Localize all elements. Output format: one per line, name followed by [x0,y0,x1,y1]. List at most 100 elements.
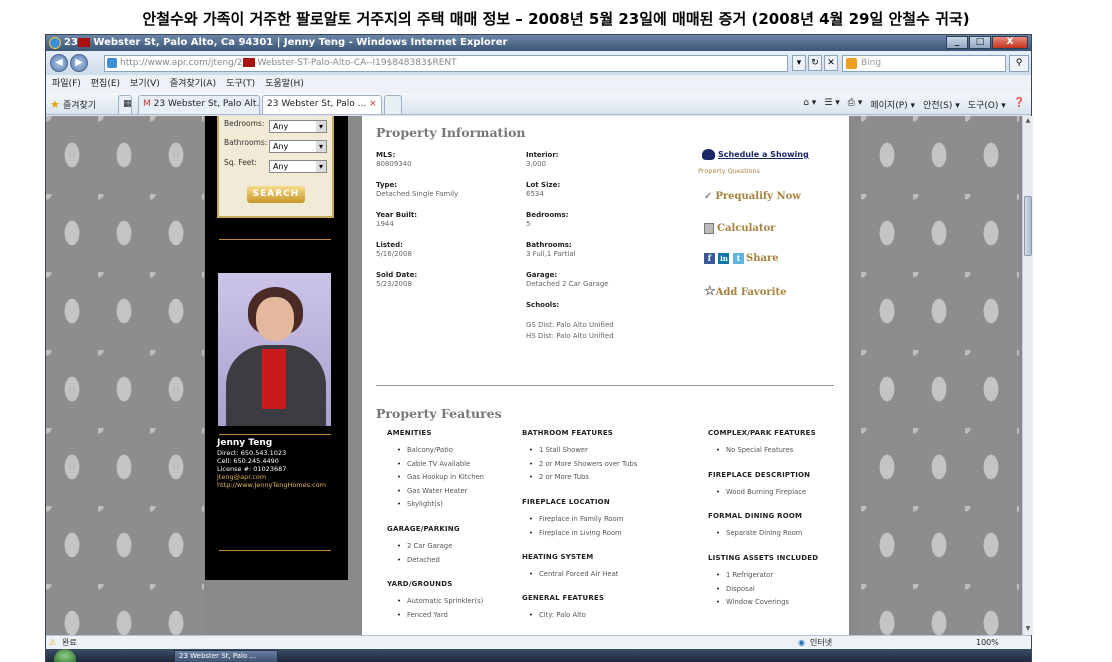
tab-grid-icon[interactable]: ▦ [118,95,132,114]
zoom-level[interactable]: 100% [976,636,999,649]
list-item: Gas Water Heater [397,485,484,499]
url-host: http://www.apr.com [120,58,208,68]
back-button[interactable]: ◀ [50,54,68,72]
heating-heading: HEATING SYSTEM [522,553,594,561]
property-questions-link[interactable]: Property Questions [698,167,760,175]
favorites-label[interactable]: 즐겨찾기 [63,98,96,111]
tab-close-icon[interactable]: × [369,99,377,109]
search-input[interactable]: Bing [842,55,1006,72]
window-title: Webster St, Palo Alto, Ca 94301 | Jenny … [93,37,508,48]
feeds-icon[interactable]: ☰ ▾ [824,98,839,111]
list-item: City: Palo Alto [529,609,586,623]
print-icon[interactable]: ⎙ ▾ [848,98,863,111]
bathrooms-label: Bathrooms: [224,138,268,147]
amenities-list: Balcony/Patio Cable TV Available Gas Hoo… [397,444,484,512]
zone-globe-icon: ◉ [798,638,805,647]
redaction-mark [242,58,255,67]
page-menu[interactable]: 페이지(P) ▾ [870,98,915,111]
prequalify-link[interactable]: ✓ Prequalify Now [704,191,801,202]
refresh-icon[interactable]: ↻ [808,55,822,71]
complex-list: No Special Features [716,444,793,458]
scroll-up-icon[interactable]: ▲ [1024,117,1032,126]
tools-menu[interactable]: 도구(O) ▾ [968,98,1006,111]
agent-photo [218,273,331,426]
caption-title: 안철수와 가족이 거주한 팔로알토 거주지의 주택 매매 정보 – 2008년 … [142,10,970,28]
dropdown-arrow-icon[interactable]: ▾ [792,55,806,71]
search-go-icon[interactable]: ⚲ [1009,55,1029,72]
agent-direct: Direct: 650.543.1023 [217,449,287,457]
add-favorite-link[interactable]: ☆Add Favorite [704,284,786,299]
agent-sidebar: Bedrooms: Any Bathrooms: Any Sq. Feet: A… [205,116,348,580]
bedrooms-select[interactable]: Any [269,120,327,133]
new-tab-button[interactable] [384,95,402,114]
menu-edit[interactable]: 편집(E) [91,75,120,93]
menu-view[interactable]: 보기(V) [130,75,160,93]
list-item: Gas Hookup in Kitchen [397,471,484,485]
menu-favorites[interactable]: 즐겨찾기(A) [170,75,216,93]
screenshot-root: 안철수와 가족이 거주한 팔로알토 거주지의 주택 매매 정보 – 2008년 … [0,0,1112,662]
agent-license: License #: 01023687 [217,465,287,473]
tab-2[interactable]: 23 Webster St, Palo ... × [262,95,382,114]
window-title-prefix: 23 [64,37,78,48]
minimize-button[interactable]: _ [946,36,968,49]
bathrooms-field: Bathrooms: 3 Full,1 Partial [526,241,576,258]
list-item: Window Coverings [716,596,789,610]
tab-1[interactable]: M 23 Webster St, Palo Alt... [138,95,260,114]
calculator-link[interactable]: Calculator [704,223,775,234]
taskbar-item[interactable]: 23 Webster St, Palo ... [174,650,278,662]
start-button[interactable] [54,649,76,662]
ie-logo-icon [49,37,61,49]
address-bar: ◀ ▶ http://www.apr.com/jteng/2 -Webster-S… [46,51,1031,75]
scroll-down-icon[interactable]: ▼ [1024,625,1032,634]
scroll-thumb[interactable] [1024,196,1032,256]
list-item: Detached [397,554,452,568]
share-link[interactable]: f in t Share [704,253,779,264]
bedrooms-label: Bedrooms: [224,119,265,128]
search-panel: Bedrooms: Any Bathrooms: Any Sq. Feet: A… [217,116,334,218]
divider [219,239,331,240]
bedrooms-field: Bedrooms: 5 [526,211,569,228]
agent-email-link[interactable]: jteng@apr.com [217,473,347,481]
close-button[interactable]: X [992,36,1028,49]
warning-icon: ⚠ [49,638,57,647]
general-list: City: Palo Alto [529,609,586,623]
schedule-showing-link[interactable]: Schedule a Showing [702,149,809,160]
menu-file[interactable]: 파일(F) [52,75,81,93]
car-icon [702,149,715,160]
menu-tools[interactable]: 도구(T) [226,75,255,93]
favorites-star-icon[interactable]: ★ [50,98,60,111]
yard-heading: YARD/GROUNDS [387,580,453,588]
status-done: 완료 [62,638,77,647]
help-icon[interactable]: ❓ [1014,98,1025,111]
general-heading: GENERAL FEATURES [522,594,605,602]
menu-help[interactable]: 도움말(H) [265,75,304,93]
home-icon[interactable]: ⌂ ▾ [803,98,816,111]
agent-website-link[interactable]: http://www.JennyTengHomes.com [217,481,347,489]
url-input[interactable]: http://www.apr.com/jteng/2 -Webster-ST-Pa… [104,55,788,72]
sqfeet-select[interactable]: Any [269,160,327,173]
sqfeet-label: Sq. Feet: [224,158,257,167]
maximize-button[interactable]: □ [969,36,991,49]
stop-icon[interactable]: ✕ [824,55,838,71]
listing-content: Property Information MLS: 80809340 Type: D… [362,116,849,635]
linkedin-icon: in [718,253,730,264]
forward-button[interactable]: ▶ [70,54,88,72]
bathroom-heading: BATHROOM FEATURES [522,429,614,437]
list-item: Balcony/Patio [397,444,484,458]
status-bar: ⚠ 완료 ◉ 인터넷 100% [46,635,1031,649]
list-item: 2 Car Garage [397,540,452,554]
search-button[interactable]: SEARCH [247,186,305,203]
safety-menu[interactable]: 안전(S) ▾ [923,98,960,111]
tab-2-label: 23 Webster St, Palo ... [267,99,367,109]
vertical-scrollbar[interactable]: ▲ ▼ [1022,116,1033,635]
list-item: Fireplace in Family Room [529,513,623,527]
agent-contact: Jenny Teng Direct: 650.543.1023 Cell: 65… [217,438,347,489]
window-titlebar: 23 Webster St, Palo Alto, Ca 94301 | Jen… [46,35,1031,51]
bathrooms-select[interactable]: Any [269,140,327,153]
list-item: Skylight(s) [397,498,484,512]
star-outline-icon: ☆ [704,284,716,299]
list-item: 2 or More Showers over Tubs [529,458,637,472]
schools-field: Schools: [526,301,560,309]
url-path: /jteng/2 [207,58,243,68]
list-item: 1 Stall Shower [529,444,637,458]
